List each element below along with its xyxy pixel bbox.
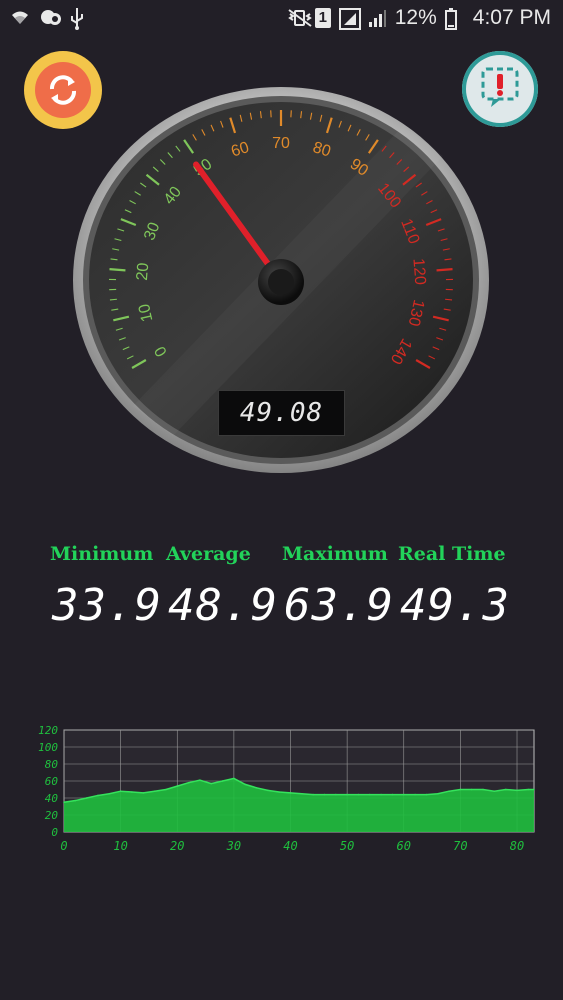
chart-y-tick-label: 40 [45, 792, 59, 805]
chart-x-tick-label: 20 [170, 839, 184, 853]
chart-data-point [221, 780, 224, 782]
chart-y-tick-label: 0 [51, 826, 58, 839]
minimum-value: 33.9 [52, 580, 162, 631]
digital-speed-display: 49.08 [218, 390, 345, 436]
sim-badge: 1 [314, 8, 331, 28]
chart-data-point [335, 793, 337, 796]
chart-data-point [368, 793, 371, 796]
chat-icon [40, 8, 61, 28]
chart-data-point [312, 793, 314, 796]
chart-data-point [504, 788, 507, 791]
gauge-minor-tick [109, 298, 117, 301]
chart-data-point [459, 788, 462, 791]
chart-data-point [199, 779, 201, 781]
gauge-minor-tick [445, 298, 453, 301]
chart-data-point [414, 793, 416, 796]
maximum-label: Maximum [282, 543, 388, 565]
chart-data-point [210, 782, 213, 785]
average-label: Average [166, 543, 251, 565]
chart-data-point [153, 790, 156, 792]
chart-data-point [436, 792, 439, 795]
gauge-tick-label: 120 [409, 258, 428, 286]
chart-data-point [493, 790, 496, 792]
chart-y-tick-label: 100 [38, 741, 58, 754]
chart-data-point [402, 793, 405, 796]
chart-data-point [131, 791, 133, 793]
chart-data-point [187, 781, 190, 784]
chart-data-point [301, 792, 303, 795]
chart-x-tick-label: 0 [60, 839, 67, 853]
signal-box-icon [338, 8, 361, 30]
speed-history-chart: 0 20 40 60 80 100 120 0 10 20 30 40 50 60 70 80 [38, 724, 535, 853]
stats-labels: Minimum Average Maximum Real Time [0, 543, 563, 573]
chart-data-point [176, 785, 179, 787]
gauge-tick-label: 70 [272, 135, 290, 152]
wifi-icon [10, 8, 30, 28]
chart-data-point [119, 790, 122, 792]
chart-data-point [233, 777, 235, 780]
chart-data-point [391, 793, 394, 796]
realtime-label: Real Time [398, 543, 506, 565]
chart-x-tick-label: 30 [226, 839, 241, 853]
chart-data-point [63, 801, 65, 804]
battery-icon [444, 8, 465, 30]
chart-data-point [448, 790, 450, 792]
chart-data-point [165, 788, 167, 791]
chart-y-tick-label: 120 [38, 724, 58, 737]
chart-data-point [346, 793, 348, 796]
chart-data-point [380, 793, 382, 796]
realtime-value: 49.3 [400, 580, 510, 631]
chart-data-point [323, 793, 326, 796]
chart-data-point [85, 797, 88, 799]
chart-data-point [357, 793, 360, 796]
gauge-tick-label: 20 [134, 262, 152, 281]
chart-data-point [74, 799, 77, 802]
chart-data-point [108, 792, 111, 795]
chart-data-point [527, 788, 530, 791]
chart-x-tick-label: 10 [113, 839, 127, 853]
chart-data-point [516, 789, 518, 792]
battery-percent: 12% [394, 6, 437, 29]
chart-data-point [425, 793, 428, 796]
chart-x-tick-label: 40 [283, 839, 297, 853]
chart-data-point [244, 783, 247, 786]
chart-x-tick-label: 50 [340, 839, 354, 853]
gauge-major-tick [436, 268, 453, 272]
maximum-value: 63.9 [284, 580, 394, 631]
chart-data-point [289, 792, 292, 794]
chart-data-point [470, 788, 473, 791]
signal-icon [367, 8, 387, 28]
chart-x-tick-label: 80 [510, 839, 524, 853]
clock: 4:07 PM [472, 6, 551, 29]
mute-vibrate-icon [287, 8, 312, 28]
chart-data-point [533, 788, 535, 791]
chart-data-point [142, 792, 145, 794]
minimum-label: Minimum [50, 543, 154, 565]
chart-y-tick-label: 80 [45, 758, 59, 771]
gauge-major-tick [109, 268, 126, 272]
chart-data-point [97, 794, 99, 797]
chart-data-point [267, 789, 269, 792]
chart-data-point [278, 791, 280, 793]
chart-x-tick-label: 70 [453, 839, 467, 853]
average-value: 48.9 [168, 580, 278, 631]
chart-y-tick-label: 60 [45, 775, 59, 788]
chart-data-point [482, 788, 484, 791]
chart-x-tick-label: 60 [397, 839, 411, 853]
chart-y-tick-label: 20 [45, 809, 59, 822]
chart-data-point [255, 787, 258, 789]
status-bar: 1 12% 4:07 PM [0, 0, 563, 38]
usb-icon [70, 8, 90, 30]
